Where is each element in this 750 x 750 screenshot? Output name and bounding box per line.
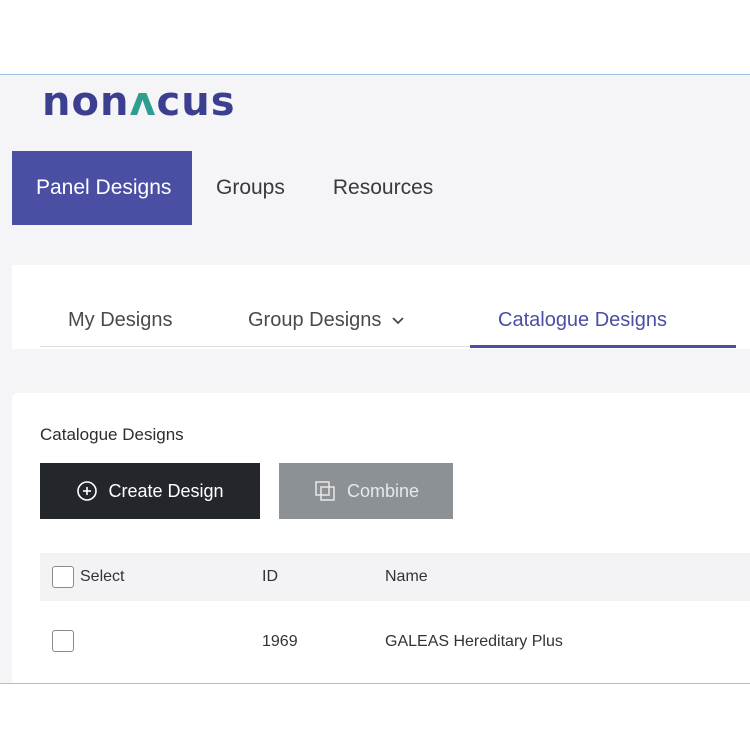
create-design-button[interactable]: Create Design	[40, 463, 260, 519]
top-margin	[0, 0, 750, 74]
tab-catalogue-designs[interactable]: Catalogue Designs	[498, 309, 667, 332]
tab-group-designs-label: Group Designs	[248, 309, 382, 331]
sub-nav: My Designs Group Designs Catalogue Desig…	[12, 265, 750, 349]
combine-icon	[315, 481, 335, 501]
row-name: GALEAS Hereditary Plus	[385, 633, 563, 650]
chevron-down-icon	[392, 316, 405, 324]
plus-circle-icon	[77, 481, 98, 501]
section-title: Catalogue Designs	[40, 425, 184, 444]
combine-button[interactable]: Combine	[279, 463, 453, 519]
row-checkbox[interactable]	[52, 630, 74, 652]
main-nav: Panel Designs Groups Resources	[12, 151, 457, 225]
tab-my-designs-label: My Designs	[68, 309, 173, 331]
row-id: 1969	[262, 633, 298, 650]
tab-group-designs[interactable]: Group Designs	[248, 309, 405, 332]
header-id: ID	[262, 568, 278, 585]
header-select: Select	[80, 568, 125, 585]
nav-panel-designs[interactable]: Panel Designs	[12, 151, 192, 225]
active-tab-indicator	[470, 345, 736, 348]
select-all-checkbox[interactable]	[52, 566, 74, 588]
combine-label: Combine	[346, 480, 420, 501]
nav-resources[interactable]: Resources	[309, 151, 457, 225]
nav-groups[interactable]: Groups	[192, 151, 309, 225]
app-frame: nonʌcus Panel Designs Groups Resources M…	[0, 74, 750, 684]
table-header: Select ID Name	[40, 553, 750, 601]
header-name: Name	[385, 568, 428, 585]
create-design-label: Create Design	[108, 480, 224, 501]
logo-accent-glyph: ʌ	[129, 79, 157, 125]
nonacus-logo: nonʌcus	[42, 79, 236, 125]
tab-catalogue-designs-label: Catalogue Designs	[498, 309, 667, 331]
tab-my-designs[interactable]: My Designs	[68, 309, 172, 332]
catalogue-panel: Catalogue Designs Create Design Combine …	[12, 393, 750, 683]
